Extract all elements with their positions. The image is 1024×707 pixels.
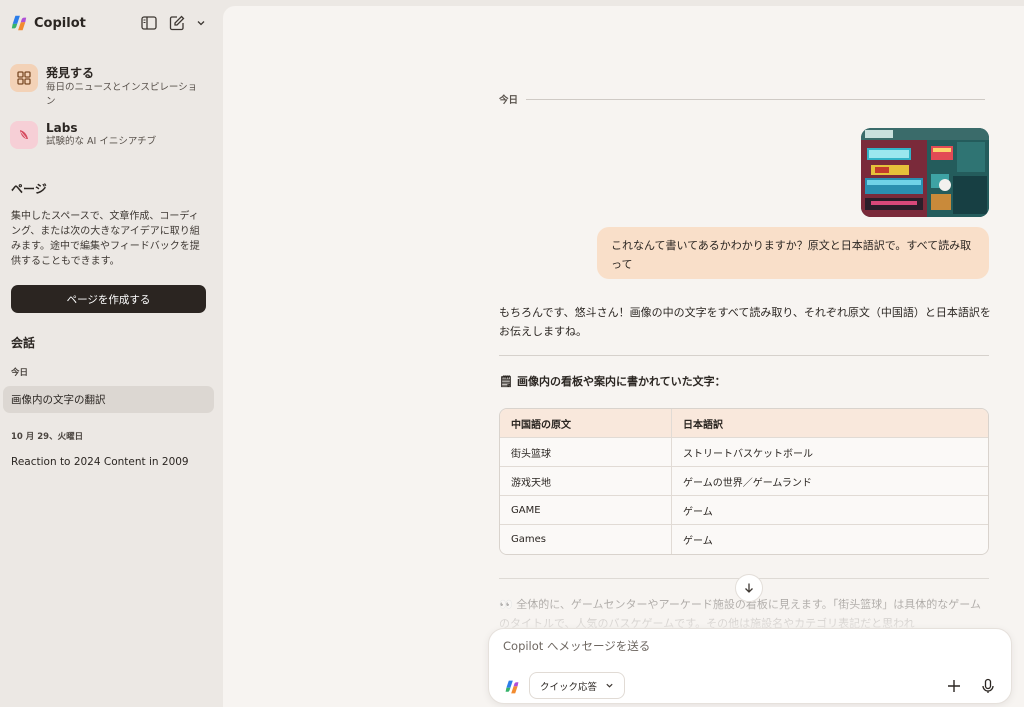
sidebar-toggle-icon[interactable] <box>140 14 158 32</box>
chat-panel: 今日 これなんて書いてあるかわかりますか？原文と日本語訳で。すべて読み取って も… <box>223 6 1024 707</box>
nav-title: Labs <box>46 121 78 135</box>
labs-icon <box>20 130 28 139</box>
discover-badge <box>10 64 38 92</box>
chevron-down-icon <box>606 683 613 688</box>
ai-intro: もちろんです、悠斗さん！画像の中の文字をすべて読み取り、それぞれ原文（中国語）と… <box>499 306 991 338</box>
sidebar: Copilot 発見する 毎日のニュースとインスピレーション Labs 試験的な… <box>0 0 222 707</box>
chevron-down-icon[interactable] <box>196 18 206 28</box>
user-message: これなんて書いてあるかわかりますか？原文と日本語訳で。すべて読み取って <box>597 227 989 279</box>
memo-icon: 🗒 <box>499 374 513 388</box>
table-cell: 游戏天地 <box>500 467 672 496</box>
ai-heading-text: 画像内の看板や案内に書かれていた文字： <box>516 375 726 388</box>
conversations-heading: 会話 <box>11 336 36 350</box>
table-row: 游戏天地 ゲームの世界／ゲームランド <box>500 467 988 496</box>
app-name: Copilot <box>34 15 86 31</box>
table-cell: 街头篮球 <box>500 438 672 467</box>
pages-heading: ページ <box>11 182 47 196</box>
create-page-button[interactable]: ページを作成する <box>11 285 206 313</box>
scroll-to-bottom-button[interactable] <box>735 574 763 602</box>
new-chat-icon[interactable] <box>168 14 186 32</box>
nav-subtitle: 試験的な AI イニシアチブ <box>46 136 157 147</box>
message-composer: クイック応答 <box>488 628 1012 704</box>
ai-section-heading: 🗒 画像内の看板や案内に書かれていた文字： <box>499 373 726 389</box>
uploaded-image-thumbnail[interactable] <box>861 128 989 217</box>
date-separator: 今日 <box>499 92 985 106</box>
quick-response-dropdown[interactable]: クイック応答 <box>529 672 626 699</box>
table-row: 街头篮球 ストリートバスケットボール <box>500 438 988 467</box>
plus-icon[interactable] <box>945 677 963 695</box>
arrow-down-icon <box>745 583 753 593</box>
arcade-photo-icon <box>861 128 989 217</box>
grid-icon <box>17 71 31 85</box>
table-header-row: 中国語の原文 日本語訳 <box>500 409 988 438</box>
table-cell: ゲーム <box>672 525 988 554</box>
copilot-logo-icon <box>11 15 27 31</box>
nav-item-labs[interactable]: Labs 試験的な AI イニシアチブ <box>10 121 206 149</box>
conversation-date-today: 今日 <box>11 368 29 378</box>
translation-table: 中国語の原文 日本語訳 街头篮球 ストリートバスケットボール 游戏天地 ゲームの… <box>499 408 989 555</box>
conversation-item-active[interactable]: 画像内の文字の翻訳 <box>3 386 214 413</box>
date-label: 今日 <box>499 95 519 106</box>
conversation-item[interactable]: Reaction to 2024 Content in 2009 <box>3 448 214 475</box>
labs-badge <box>10 121 38 149</box>
brand[interactable]: Copilot <box>10 14 86 32</box>
divider <box>499 355 989 356</box>
table-cell: ゲーム <box>672 496 988 525</box>
table-header: 中国語の原文 <box>500 409 672 438</box>
table-row: Games ゲーム <box>500 525 988 554</box>
nav-item-discover[interactable]: 発見する 毎日のニュースとインスピレーション <box>10 64 206 109</box>
conversation-date-oct29: 10 月 29、火曜日 <box>11 432 84 442</box>
table-cell: ゲームの世界／ゲームランド <box>672 467 988 496</box>
nav-subtitle: 毎日のニュースとインスピレーション <box>46 82 198 107</box>
table-cell: Games <box>500 525 672 554</box>
table-header: 日本語訳 <box>672 409 988 438</box>
message-input[interactable] <box>503 639 993 653</box>
divider <box>526 98 985 100</box>
quick-response-label: クイック応答 <box>540 681 598 693</box>
sidebar-toolbar <box>140 14 206 32</box>
pages-description: 集中したスペースで、文章作成、コーディング、または次の大きなアイデアに取り組みま… <box>11 211 200 267</box>
nav-title: 発見する <box>46 66 95 80</box>
table-row: GAME ゲーム <box>500 496 988 525</box>
microphone-icon[interactable] <box>979 677 997 695</box>
table-cell: ストリートバスケットボール <box>672 438 988 467</box>
table-cell: GAME <box>500 496 672 525</box>
copilot-logo-icon <box>505 680 519 694</box>
